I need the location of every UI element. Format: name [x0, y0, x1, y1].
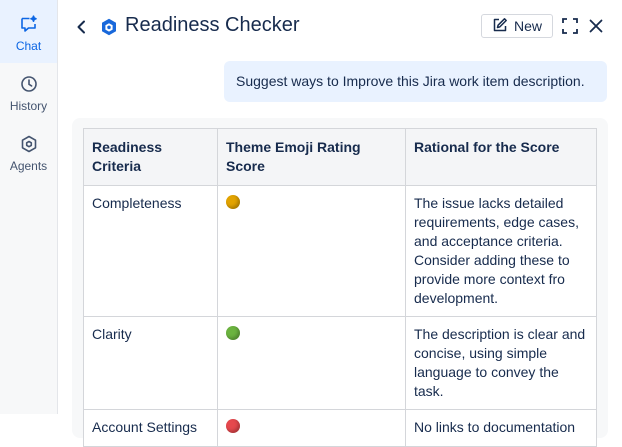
rating-dot-icon	[226, 419, 240, 433]
expand-button[interactable]	[561, 17, 579, 35]
rationale-cell: The issue lacks detailed requirements, e…	[405, 185, 597, 317]
table-header-row: Readiness Criteria Theme Emoji Rating Sc…	[83, 128, 597, 186]
user-prompt-message: Suggest ways to Improve this Jira work i…	[224, 61, 607, 102]
rating-cell	[217, 316, 406, 410]
column-header: Theme Emoji Rating Score	[217, 128, 406, 186]
sidebar: Chat History Agents	[0, 0, 58, 414]
back-button[interactable]	[75, 17, 89, 37]
readiness-table: Readiness Criteria Theme Emoji Rating Sc…	[83, 128, 597, 447]
rating-dot-icon	[226, 195, 240, 209]
edit-icon	[492, 17, 508, 36]
rating-cell	[217, 409, 406, 447]
new-button-label: New	[513, 18, 542, 34]
criteria-cell: Completeness	[83, 185, 218, 317]
table-row: Account Settings No links to documentati…	[83, 409, 597, 447]
criteria-cell: Clarity	[83, 316, 218, 410]
rationale-cell: The description is clear and concise, us…	[405, 316, 597, 410]
readiness-checker-logo-icon	[101, 18, 117, 36]
rating-cell	[217, 185, 406, 317]
rationale-cell: No links to documentation	[405, 409, 597, 447]
column-header: Readiness Criteria	[83, 128, 218, 186]
sidebar-item-agents[interactable]: Agents	[0, 134, 57, 192]
table-row: Clarity The description is clear and con…	[83, 316, 597, 410]
sidebar-item-label: History	[9, 99, 48, 113]
column-header: Rational for the Score	[405, 128, 597, 186]
page-title: Readiness Checker	[125, 14, 300, 36]
agent-hexagon-icon	[19, 134, 39, 154]
chat-sparkle-icon	[19, 14, 39, 34]
expand-icon	[562, 18, 578, 34]
rating-dot-icon	[226, 326, 240, 340]
sidebar-item-chat[interactable]: Chat	[0, 14, 57, 72]
table-row: Completeness The issue lacks detailed re…	[83, 185, 597, 317]
clock-icon	[19, 74, 39, 94]
close-button[interactable]	[588, 18, 604, 34]
sidebar-item-label: Agents	[9, 159, 48, 173]
criteria-cell: Account Settings	[83, 409, 218, 447]
sidebar-item-history[interactable]: History	[0, 74, 57, 132]
chevron-left-icon	[77, 20, 85, 34]
close-icon	[589, 19, 603, 33]
sidebar-item-label: Chat	[15, 39, 42, 53]
new-chat-button[interactable]: New	[481, 14, 553, 38]
